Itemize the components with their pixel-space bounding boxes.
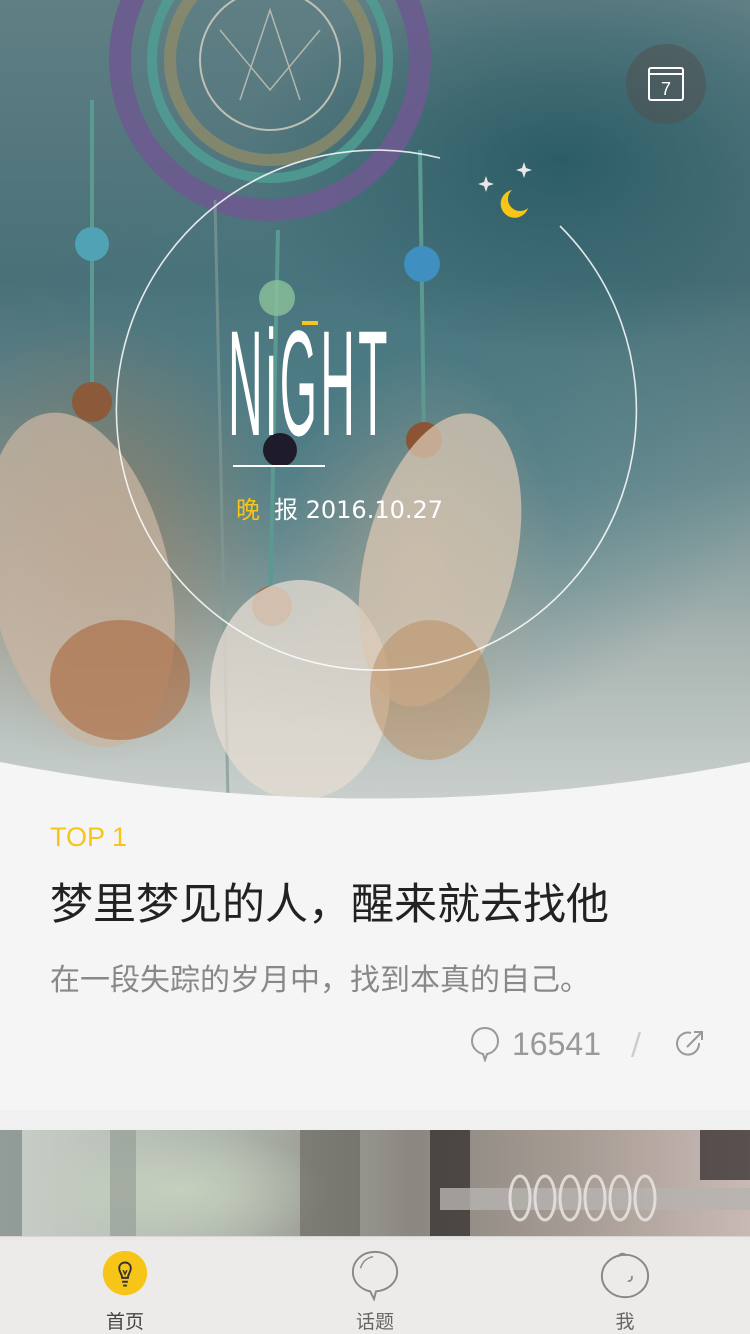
star-icon (516, 162, 532, 178)
tab-home[interactable]: 首页 (0, 1237, 250, 1334)
speech-bubble-icon (351, 1250, 399, 1301)
tab-label: 话题 (355, 1311, 394, 1333)
article-subline: 在一段失踪的岁月中，找到本真的自己。 (50, 963, 590, 998)
moon-icon (500, 190, 528, 218)
rank-label: TOP 1 (50, 822, 128, 852)
next-article-preview[interactable] (0, 1130, 750, 1240)
title-accent-dash (302, 321, 318, 325)
edition-accent: 晚 (236, 496, 260, 524)
tab-topics[interactable]: 话题 (250, 1237, 500, 1334)
lightbulb-icon (102, 1250, 148, 1296)
face-icon (600, 1252, 650, 1299)
night-title: NiGHT (228, 299, 391, 467)
tab-me[interactable]: 我 (500, 1237, 750, 1334)
hero-banner[interactable]: 7 NiGHT 晚报 2016.10.27 (0, 0, 750, 800)
share-icon[interactable] (675, 1029, 705, 1059)
article-stats: 16541 / (470, 1022, 710, 1066)
calendar-day: 7 (660, 79, 671, 99)
edition-date: 晚报 2016.10.27 (236, 490, 443, 525)
star-icon (478, 176, 494, 192)
tab-label: 我 (615, 1311, 635, 1333)
tab-bar: 首页 话题 我 (0, 1236, 750, 1334)
article-headline[interactable]: 梦里梦见的人，醒来就去找他 (50, 870, 609, 932)
comment-icon[interactable] (470, 1026, 500, 1062)
title-underline (233, 465, 325, 467)
card-curve (0, 762, 750, 810)
edition-text: 报 2016.10.27 (274, 496, 444, 524)
calendar-button[interactable]: 7 (626, 44, 706, 124)
comment-count: 16541 (512, 1025, 601, 1062)
stats-separator: / (630, 1026, 642, 1062)
tab-label: 首页 (105, 1311, 144, 1333)
next-article-image (0, 1130, 750, 1240)
calendar-icon: 7 (648, 67, 684, 101)
